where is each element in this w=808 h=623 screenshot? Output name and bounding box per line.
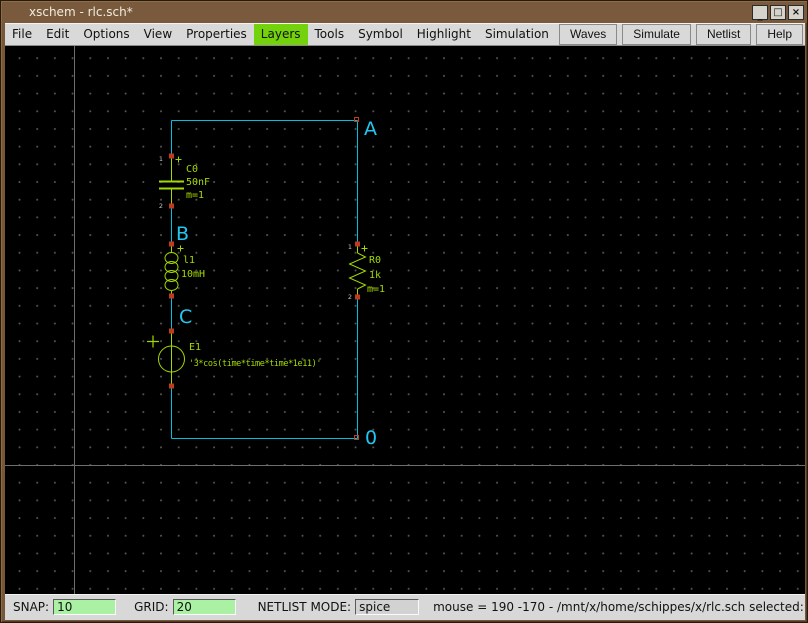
netlist-mode-input[interactable] [355, 599, 419, 615]
menu-file[interactable]: File [5, 24, 39, 45]
snap-label: SNAP: [13, 600, 49, 614]
window-controls: _ □ × [752, 5, 804, 20]
net-labels: A B C 0 [176, 118, 377, 449]
maximize-icon[interactable]: □ [770, 5, 786, 20]
inductor-ref: l1 [183, 255, 195, 266]
inductor-value: 10mH [181, 269, 205, 280]
component-resistor[interactable]: 1 2 R0 1k m=1 [348, 242, 385, 302]
source-value: '3*cos(time*time*time*1e11)' [189, 359, 321, 369]
resistor-pin1-square [355, 242, 360, 247]
net-label-gnd[interactable]: 0 [365, 427, 377, 449]
simulate-button[interactable]: Simulate [622, 24, 691, 45]
menu-layers[interactable]: Layers [254, 24, 308, 45]
grid-label: GRID: [134, 600, 168, 614]
menu-edit[interactable]: Edit [39, 24, 76, 45]
inductor-coil [165, 253, 178, 291]
grid-input[interactable] [173, 599, 236, 615]
menu-symbol[interactable]: Symbol [351, 24, 410, 45]
capacitor-pin1-square [169, 154, 174, 159]
close-icon[interactable]: × [788, 5, 804, 20]
source-ref: E1 [189, 342, 201, 353]
resistor-mult: m=1 [367, 284, 385, 295]
minimize-icon[interactable]: _ [752, 5, 768, 20]
component-capacitor[interactable]: 1 2 C0 50nF m=1 [159, 154, 210, 211]
net-label-a[interactable]: A [364, 118, 377, 140]
resistor-pin1-number: 1 [348, 243, 352, 251]
mouse-coordinates-text: mouse = 190 -170 - /mnt/x/home/schippes/… [433, 600, 808, 614]
resistor-pin2-number: 2 [348, 293, 352, 301]
inductor-pin1-square [169, 242, 174, 247]
status-bar: SNAP: GRID: NETLIST MODE: mouse = 190 -1… [5, 594, 805, 620]
capacitor-pin2-square [169, 204, 174, 209]
menu-simulation[interactable]: Simulation [478, 24, 556, 45]
help-button[interactable]: Help [756, 24, 803, 45]
net-label-b[interactable]: B [176, 223, 189, 245]
menu-bar: File Edit Options View Properties Layers… [5, 23, 805, 46]
resistor-zigzag [350, 253, 366, 289]
resistor-pin2-square [355, 295, 360, 300]
net-label-c[interactable]: C [179, 306, 192, 328]
window-title: xschem - rlc.sch* [29, 5, 133, 19]
resistor-plus-icon [362, 246, 368, 252]
capacitor-pin1-number: 1 [159, 155, 163, 163]
snap-input[interactable] [53, 599, 116, 615]
schematic-canvas[interactable]: 1 2 C0 50nF m=1 l1 10mH [5, 46, 805, 594]
inductor-pin2-square [169, 294, 174, 299]
source-pin2-square [169, 384, 174, 389]
source-pin1-square [169, 329, 174, 334]
menu-properties[interactable]: Properties [179, 24, 254, 45]
schematic-drawing: 1 2 C0 50nF m=1 l1 10mH [5, 46, 805, 594]
component-source[interactable]: E1 '3*cos(time*time*time*1e11)' [147, 329, 321, 389]
capacitor-mult: m=1 [186, 190, 204, 201]
inductor-plus-icon [178, 246, 184, 252]
menu-view[interactable]: View [137, 24, 179, 45]
source-plus-icon [147, 336, 159, 348]
xschem-window: xschem - rlc.sch* _ □ × File Edit Option… [0, 0, 808, 623]
resistor-ref: R0 [369, 255, 381, 266]
netlist-mode-label: NETLIST MODE: [258, 600, 352, 614]
netlist-button[interactable]: Netlist [696, 24, 751, 45]
waves-button[interactable]: Waves [559, 24, 617, 45]
capacitor-value: 50nF [186, 177, 210, 188]
capacitor-pin2-number: 2 [159, 202, 163, 210]
menu-tools[interactable]: Tools [308, 24, 352, 45]
capacitor-ref: C0 [186, 164, 198, 175]
menu-highlight[interactable]: Highlight [410, 24, 478, 45]
component-inductor[interactable]: l1 10mH [165, 242, 205, 299]
title-bar[interactable]: xschem - rlc.sch* _ □ × [2, 2, 808, 23]
resistor-value: 1k [369, 270, 381, 281]
menu-options[interactable]: Options [76, 24, 136, 45]
capacitor-plus-icon [176, 157, 182, 163]
